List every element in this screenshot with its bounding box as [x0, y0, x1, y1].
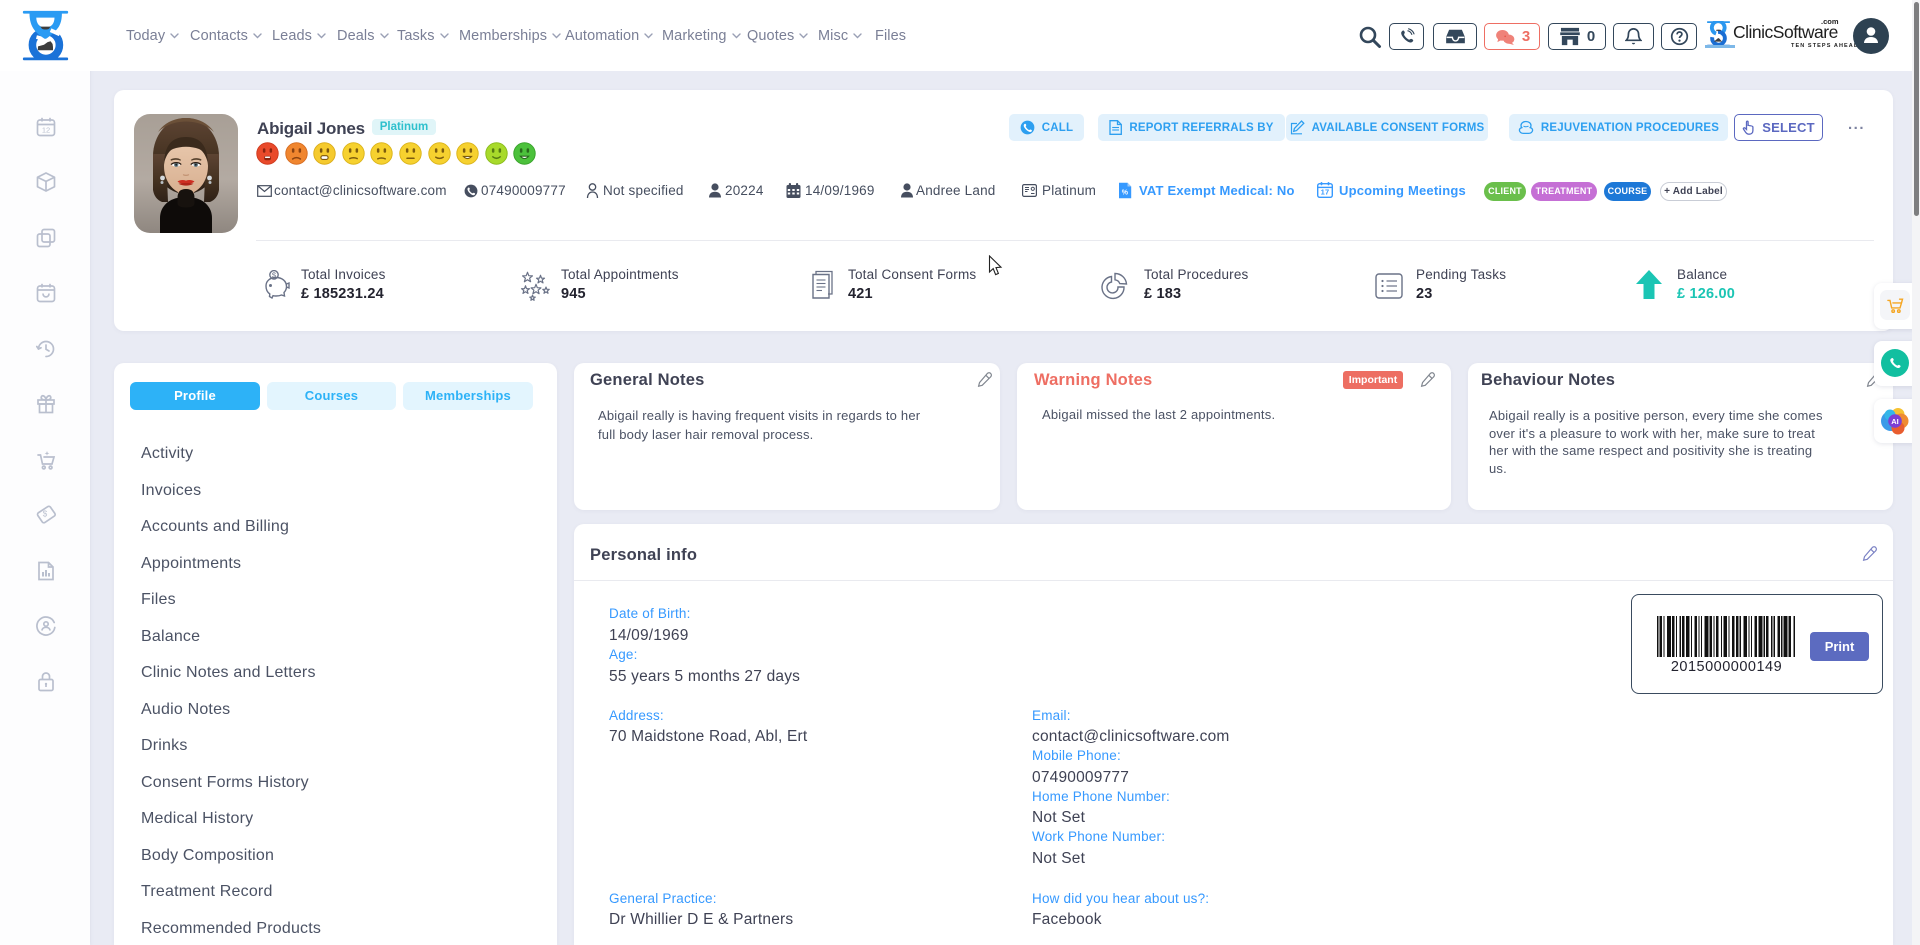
svg-text:AI: AI: [1891, 417, 1899, 426]
svg-text:17: 17: [1321, 188, 1330, 197]
svg-text:%: %: [1122, 190, 1129, 197]
svg-text:$: $: [43, 510, 48, 519]
svg-text:12: 12: [42, 126, 50, 135]
